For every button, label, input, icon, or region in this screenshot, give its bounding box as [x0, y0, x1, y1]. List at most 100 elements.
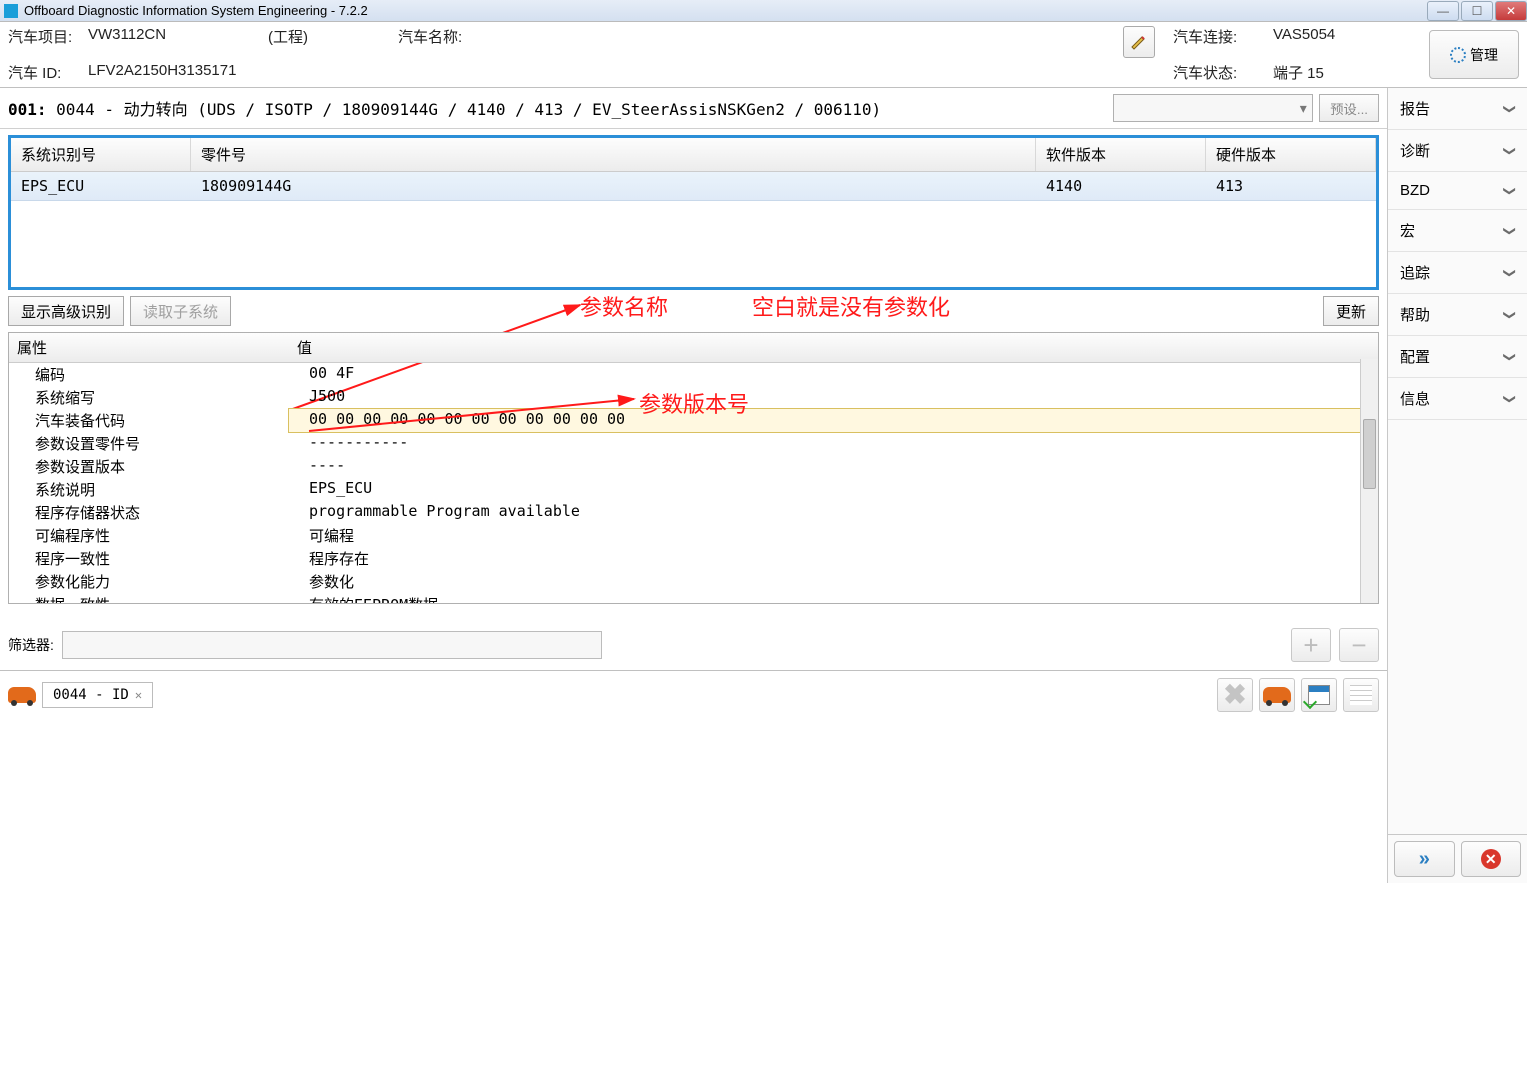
manage-button[interactable]: 管理 [1429, 30, 1519, 79]
property-row[interactable]: 程序存储器状态programmable Program available [9, 501, 1378, 524]
app-icon [4, 4, 18, 18]
system-table: 系统识别号 零件号 软件版本 硬件版本 EPS_ECU 180909144G 4… [8, 135, 1379, 290]
chevron-down-icon: ▾ [1294, 100, 1312, 117]
id-label: 汽车 ID: [8, 62, 88, 83]
prop-value: 有效的EEPROM数据 [289, 593, 1378, 603]
prop-value: 参数化 [289, 570, 1378, 593]
chevron-down-icon: ❯ [1503, 225, 1517, 235]
path-row: 001: 0044 - 动力转向 (UDS / ISOTP / 18090914… [0, 88, 1387, 129]
read-subsystem-button[interactable]: 读取子系统 [130, 296, 231, 326]
prop-name: 程序存储器状态 [9, 501, 289, 524]
chevron-down-icon: ❯ [1503, 267, 1517, 277]
property-table: 属性 值 编码00 4F系统缩写J500汽车装备代码00 00 00 00 00… [8, 332, 1379, 604]
car-icon [8, 687, 36, 703]
col-system-id: 系统识别号 [11, 138, 191, 171]
prop-name: 汽车装备代码 [9, 409, 289, 432]
sidebar-item[interactable]: 信息 ❯ [1388, 378, 1527, 420]
property-row[interactable]: 系统缩写J500 [9, 386, 1378, 409]
prop-name: 参数化能力 [9, 570, 289, 593]
sidebar-item[interactable]: 宏❯ [1388, 210, 1527, 252]
chevron-down-icon: ❯ [1503, 393, 1517, 403]
prop-name: 可编程序性 [9, 524, 289, 547]
chevron-down-icon: ❯ [1503, 351, 1517, 361]
gear-icon [1450, 47, 1466, 63]
sidebar-item[interactable]: 追踪 ❯ [1388, 252, 1527, 294]
table-row[interactable]: EPS_ECU 180909144G 4140 413 [11, 172, 1376, 201]
property-row[interactable]: 系统说明EPS_ECU [9, 478, 1378, 501]
prop-value: ----------- [289, 432, 1378, 455]
minimize-button[interactable]: — [1427, 1, 1459, 21]
grid-icon [1350, 685, 1372, 705]
remove-button[interactable]: − [1339, 628, 1379, 662]
grid-button[interactable] [1343, 678, 1379, 712]
add-button[interactable]: + [1291, 628, 1331, 662]
sidebar-item[interactable]: 报告❯ [1388, 88, 1527, 130]
property-row[interactable]: 编码00 4F [9, 363, 1378, 386]
sidebar-item-label: 帮助 [1400, 304, 1430, 325]
status-value: 端子 15 [1273, 62, 1413, 83]
col-sw-ver: 软件版本 [1036, 138, 1206, 171]
prop-value: 程序存在 [289, 547, 1378, 570]
chevron-down-icon: ❯ [1503, 309, 1517, 319]
maximize-button[interactable]: ☐ [1461, 1, 1493, 21]
tab-label: 0044 - ID [53, 687, 129, 703]
sidebar-item-label: 诊断 [1400, 140, 1430, 161]
sidebar: 报告❯诊断❯BZD❯宏❯追踪❯帮助❯配置❯信息❯ » ✕ [1387, 88, 1527, 883]
filter-input[interactable] [62, 631, 602, 659]
sidebar-item-label: 配置 [1400, 346, 1430, 367]
car-icon [1263, 687, 1291, 703]
car-button[interactable] [1259, 678, 1295, 712]
col-value: 值 [289, 333, 1360, 362]
filter-label: 筛选器: [8, 635, 54, 655]
header-bar: 汽车项目: VW3112CN (工程) 汽车名称: 汽车连接: VAS5054 … [0, 22, 1527, 88]
edit-name-button[interactable] [1123, 26, 1155, 58]
manage-label: 管理 [1470, 45, 1498, 65]
window-title: Offboard Diagnostic Information System E… [24, 3, 368, 18]
expand-button[interactable]: » [1394, 841, 1455, 877]
tab-0044-id[interactable]: 0044 - ID ✕ [42, 682, 153, 708]
sidebar-item[interactable]: 帮助 ❯ [1388, 294, 1527, 336]
prop-value: ---- [289, 455, 1378, 478]
sidebar-item[interactable]: 诊断❯ [1388, 130, 1527, 172]
chevron-down-icon: ❯ [1503, 103, 1517, 113]
show-advanced-button[interactable]: 显示高级识别 [8, 296, 124, 326]
window-titlebar: Offboard Diagnostic Information System E… [0, 0, 1527, 22]
path-text: 0044 - 动力转向 (UDS / ISOTP / 180909144G / … [56, 100, 881, 119]
preset-button[interactable]: 预设... [1319, 94, 1379, 122]
scrollbar-thumb[interactable] [1363, 419, 1376, 489]
prop-name: 程序一致性 [9, 547, 289, 570]
property-row[interactable]: 可编程序性可编程 [9, 524, 1378, 547]
prop-value: 可编程 [289, 524, 1378, 547]
prop-name: 参数设置零件号 [9, 432, 289, 455]
scrollbar[interactable] [1360, 359, 1378, 603]
pencil-icon [1130, 33, 1148, 51]
property-row[interactable]: 汽车装备代码00 00 00 00 00 00 00 00 00 00 00 0… [9, 409, 1378, 432]
tab-close-icon[interactable]: ✕ [135, 688, 142, 702]
sidebar-item[interactable]: BZD❯ [1388, 172, 1527, 210]
sidebar-item-label: 信息 [1400, 388, 1430, 409]
cell-sw-ver: 4140 [1036, 172, 1206, 200]
col-part-no: 零件号 [191, 138, 1036, 171]
property-row[interactable]: 参数设置零件号----------- [9, 432, 1378, 455]
calendar-check-button[interactable] [1301, 678, 1337, 712]
sidebar-item[interactable]: 配置 ❯ [1388, 336, 1527, 378]
name-label: 汽车名称: [398, 26, 578, 58]
project-value: VW3112CN [88, 26, 268, 58]
cancel-button[interactable]: ✕ [1461, 841, 1522, 877]
sidebar-item-label: 宏 [1400, 220, 1415, 241]
prop-value: 00 4F [289, 363, 1378, 386]
project-note: (工程) [268, 26, 398, 58]
property-row[interactable]: 参数设置版本---- [9, 455, 1378, 478]
property-row[interactable]: 参数化能力参数化 [9, 570, 1378, 593]
preset-combo[interactable]: ▾ [1113, 94, 1313, 122]
cell-hw-ver: 413 [1206, 172, 1376, 200]
prop-value: J500 [289, 386, 1378, 409]
update-button[interactable]: 更新 [1323, 296, 1379, 326]
prop-name: 系统说明 [9, 478, 289, 501]
sidebar-item-label: 追踪 [1400, 262, 1430, 283]
prop-value: 00 00 00 00 00 00 00 00 00 00 00 00 [289, 409, 1378, 432]
property-row[interactable]: 数据一致性有效的EEPROM数据 [9, 593, 1378, 603]
property-row[interactable]: 程序一致性程序存在 [9, 547, 1378, 570]
close-button[interactable]: ✕ [1495, 1, 1527, 21]
filter-row: 筛选器: + − [0, 604, 1387, 670]
